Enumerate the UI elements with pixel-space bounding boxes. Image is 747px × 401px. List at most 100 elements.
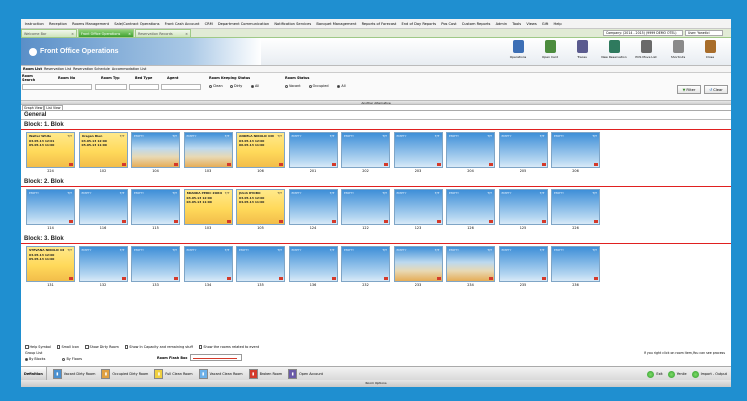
housekeeping-radio[interactable]: All [251,84,259,88]
option-checkbox[interactable]: Show Dirty Room [85,345,119,349]
company-selector[interactable]: Company: (2014 - 2015) (9999 DEMO OTEL) [603,30,683,36]
option-checkbox[interactable]: Small Icon [56,345,79,349]
room-tile[interactable]: EMPTY T/T [551,189,600,225]
legend-definition-button[interactable]: Definition [21,367,47,380]
bottom-button[interactable]: Yenile [667,370,687,378]
room-tile[interactable]: EMPTY T/T [498,132,548,168]
window-tab[interactable]: Reservation Records × [135,29,191,37]
toolbar-button[interactable]: Close [695,40,725,59]
window-tab[interactable]: Front Office Operations × [78,29,134,37]
sub-tab[interactable]: Reservation List [43,67,72,71]
menu-item[interactable]: Instruction [22,19,46,29]
toolbar-button[interactable]: Traces [567,40,597,59]
menu-item[interactable]: Reports of Forecast [359,19,399,29]
group-by-blocks-radio[interactable]: By Blocks [25,357,45,361]
bottom-button[interactable]: Exit [647,370,663,378]
room-card[interactable]: EMPTY T/T 122 [341,189,390,231]
room-card[interactable]: EMPTY T/T 124 [288,189,338,231]
menu-item[interactable]: Admin [493,19,510,29]
toolbar-button[interactable]: POS Move List [631,40,661,59]
room-card[interactable]: EMPTY T/T 114 [26,189,75,231]
room-card[interactable]: EMPTY T/T 134 [183,246,233,288]
room-card[interactable]: EMPTY T/T 234 [446,246,495,288]
menu-item[interactable]: End of Day Reports [399,19,439,29]
room-tile[interactable]: EMPTY T/T [288,246,338,282]
room-tile[interactable]: EMPTY T/T [551,132,600,168]
room-tile[interactable]: EMPTY T/T [446,189,495,225]
menu-item[interactable]: Views [524,19,540,29]
room-card[interactable]: EMPTY T/T 125 [498,189,548,231]
room-tile[interactable]: EMPTY T/T [393,246,443,282]
room-card[interactable]: EMPTY T/T 233 [393,246,443,288]
room-card[interactable]: EMPTY T/T 123 [393,189,443,231]
room-tile[interactable]: EMPTY T/T [341,189,390,225]
room-card[interactable]: EMPTY T/T 202 [341,132,390,174]
sub-tab[interactable]: Accommodation List [111,67,147,71]
room-status-radio[interactable]: All [337,84,346,88]
room-card[interactable]: EMPTY T/T 204 [446,132,495,174]
room-card[interactable]: EMPTY T/T 201 [288,132,338,174]
room-tile[interactable]: EMPTY T/T [551,246,600,282]
room-card[interactable]: EMPTY T/T 206 [551,132,600,174]
room-no-input[interactable] [22,84,92,90]
room-card[interactable]: Walter White 03.05.13 12:01 05.05.13 11:00… [26,132,75,174]
room-tile[interactable]: Dragan Bien 03.05.13 12:00 05.05.13 11:00 T… [78,132,128,168]
room-card[interactable]: EMPTY T/T 132 [78,246,128,288]
room-card[interactable]: EMPTY T/T 133 [131,246,180,288]
room-type-select[interactable] [95,84,127,90]
room-card[interactable]: BRANKA PERIC ZORICA...03.05.13 12:0004.0… [183,189,233,231]
room-tile[interactable]: EMPTY T/T [26,189,75,225]
room-card[interactable]: EMPTY T/T 235 [498,246,548,288]
menu-item[interactable]: Tools [510,19,524,29]
room-tile[interactable]: EMPTY T/T [131,246,180,282]
block-header[interactable]: Block: 2. Blok [21,179,731,187]
menu-item[interactable]: Notification Services [272,19,314,29]
room-tile[interactable]: EMPTY T/T [341,246,390,282]
room-card[interactable]: EMPTY T/T 203 [393,132,443,174]
room-card[interactable]: EMPTY T/T 126 [446,189,495,231]
room-tile[interactable]: EMPTY T/T [131,189,180,225]
housekeeping-radio[interactable]: Dirty [230,84,242,88]
room-card[interactable]: EMPTY T/T 226 [551,189,600,231]
close-icon[interactable]: × [71,32,74,36]
room-tile[interactable]: JULIA RYOBO 03.05.13 12:00 04.05.13 11:00 T… [236,189,285,225]
menu-item[interactable]: Banquet Management [314,19,359,29]
toolbar-button[interactable]: Shortcuts [663,40,693,59]
option-checkbox[interactable]: Help Symbol [25,345,51,349]
room-tile[interactable]: EMPTY T/T [183,246,233,282]
filter-button[interactable]: ▼ Filter [677,85,701,94]
room-tile[interactable]: STEVANA NIKOLIC DR...03.05.13 12:0005.05… [26,246,75,282]
option-checkbox[interactable]: Show the rooms related to event [198,345,259,349]
room-tile[interactable]: EMPTY T/T [131,132,180,168]
sub-tab[interactable]: Room List [22,67,43,71]
room-card[interactable]: JULIA RYOBO 03.05.13 12:00 04.05.13 11:00 T… [236,189,285,231]
menu-item[interactable]: Rooms Management [70,19,112,29]
room-tile[interactable]: EMPTY T/T [393,189,443,225]
menu-item[interactable]: Front Cash Account [162,19,202,29]
block-header[interactable]: Block: 3. Blok [21,236,731,244]
menu-item[interactable]: Reception [46,19,69,29]
room-status-radio[interactable]: Occupied [308,84,328,88]
agent-select[interactable] [161,84,201,90]
room-card[interactable]: EMPTY T/T 104 [131,132,180,174]
menu-item[interactable]: Sale/Contract Operations [112,19,162,29]
room-tile[interactable]: BRANKA PERIC ZORICA...03.05.13 12:0004.0… [183,189,233,225]
room-tile[interactable]: EMPTY T/T [341,132,390,168]
room-card[interactable]: EMPTY T/T 236 [551,246,600,288]
menu-item[interactable]: Pos Cost [439,19,459,29]
room-card[interactable]: EMPTY T/T 103 [183,132,233,174]
room-card[interactable]: STEVANA NIKOLIC DR...03.05.13 12:0005.05… [26,246,75,288]
room-card[interactable]: EMPTY T/T 115 [131,189,180,231]
bottom-button[interactable]: Import - Output [691,370,727,378]
room-status-radio[interactable]: Vacant [285,84,301,88]
option-checkbox[interactable]: Show In Capacity and remaining stuff [124,345,193,349]
menu-item[interactable]: Custom Reports [459,19,493,29]
room-tile[interactable]: ANDELA NIKOLIC DUL...03.05.13 12:0006.05… [236,132,285,168]
room-tile[interactable]: EMPTY T/T [236,246,285,282]
menu-item[interactable]: Department Communication [215,19,271,29]
room-card[interactable]: EMPTY T/T 135 [236,246,285,288]
close-icon[interactable]: × [128,32,131,36]
block-header[interactable]: Block: 1. Blok [21,122,731,130]
room-flash-input[interactable] [190,354,243,361]
menu-item[interactable]: Gift [539,19,551,29]
